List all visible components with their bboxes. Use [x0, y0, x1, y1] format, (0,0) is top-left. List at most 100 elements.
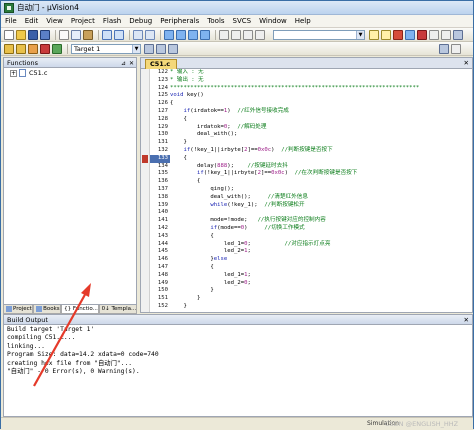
menu-file[interactable]: File — [1, 15, 21, 28]
save-all-icon[interactable] — [40, 29, 50, 40]
close-icon[interactable]: ✕ — [464, 315, 469, 325]
comment-icon[interactable] — [243, 29, 253, 40]
indent-icon[interactable] — [219, 29, 229, 40]
code-line[interactable]: led_2=0; — [170, 280, 472, 288]
code-line[interactable]: qing(); — [170, 186, 472, 194]
menu-edit[interactable]: Edit — [21, 15, 43, 28]
new-file-icon[interactable] — [4, 29, 14, 40]
clear-bookmarks-icon[interactable] — [200, 29, 210, 40]
uncomment-icon[interactable] — [255, 29, 265, 40]
paste-icon[interactable] — [83, 29, 93, 40]
code-line[interactable]: { — [170, 264, 472, 272]
code-editor[interactable]: C51.c ✕ 122 123 124 125 126 127 128 129 130 131 13… — [140, 57, 473, 313]
code-line[interactable] — [170, 209, 472, 217]
kill-breakpoints-icon[interactable] — [417, 30, 427, 40]
window-layout-icon[interactable] — [441, 30, 451, 40]
code-line[interactable]: * 输入 : 无 — [170, 69, 472, 77]
layout-dropdown-icon[interactable] — [451, 44, 461, 54]
pin-icon[interactable]: ⊿ — [121, 59, 126, 69]
rebuild-icon[interactable] — [28, 43, 38, 54]
code-line[interactable]: { — [170, 178, 472, 186]
code-line[interactable]: deal_with(); //清楚红外信息 — [170, 194, 472, 202]
menu-debug[interactable]: Debug — [125, 15, 156, 28]
expand-icon[interactable]: + — [10, 69, 17, 77]
menu-peripherals[interactable]: Peripherals — [156, 15, 203, 28]
cut-icon[interactable] — [59, 29, 69, 40]
navigate-forward-icon[interactable] — [145, 29, 155, 40]
code-line[interactable]: deal_with(); — [170, 131, 472, 139]
find-in-files-combo[interactable]: ▼ — [273, 30, 365, 40]
tab-templates[interactable]: 0↓ Templa... — [98, 305, 137, 314]
code-line[interactable]: mode=!mode; //执行按键对应的控制内容 — [170, 217, 472, 225]
code-line[interactable]: led_1=1; — [170, 272, 472, 280]
code-line[interactable]: { — [170, 116, 472, 124]
select-packs-icon[interactable] — [168, 43, 178, 54]
tab-functions[interactable]: {} Functio... — [61, 305, 99, 314]
menu-tools[interactable]: Tools — [203, 15, 228, 28]
find-icon[interactable] — [369, 30, 379, 40]
unindent-icon[interactable] — [231, 29, 241, 40]
manage-components-icon[interactable] — [156, 43, 166, 54]
bookmark-icon[interactable] — [164, 29, 174, 40]
build-output-text[interactable]: Build target 'Target 1' compiling C51.c.… — [4, 325, 472, 377]
breakpoint-gutter[interactable] — [141, 69, 150, 312]
code-line[interactable]: if(!key_1||irbyte[2]==0x0c) //判断按键是否按下 — [170, 147, 472, 155]
code-line[interactable]: } — [170, 295, 472, 303]
navigate-back-icon[interactable] — [133, 29, 143, 40]
line-number: 151 — [157, 295, 168, 302]
code-line[interactable]: } — [170, 139, 472, 147]
menu-svcs[interactable]: SVCS — [229, 15, 256, 28]
undo-icon[interactable] — [102, 29, 112, 40]
menu-flash[interactable]: Flash — [99, 15, 125, 28]
target-options-icon[interactable] — [144, 43, 154, 54]
menu-window[interactable]: Window — [255, 15, 291, 28]
code-line[interactable]: } — [170, 287, 472, 295]
save-icon[interactable] — [28, 29, 38, 40]
menu-help[interactable]: Help — [291, 15, 315, 28]
code-line[interactable]: { — [170, 155, 472, 163]
code-line[interactable]: led_1=0; //对应指示灯点亮 — [170, 241, 472, 249]
insert-breakpoint-icon[interactable] — [405, 30, 415, 40]
code-line[interactable]: void key() — [170, 92, 472, 100]
tab-books[interactable]: Books — [33, 305, 62, 314]
chevron-down-icon[interactable]: ▼ — [132, 44, 140, 53]
menu-project[interactable]: Project — [67, 15, 99, 28]
code-line[interactable]: if(!key_1||irbyte[2]==0x0c) //在次判断按键是否按下 — [170, 170, 472, 178]
stop-build-icon[interactable] — [40, 43, 50, 54]
code-line[interactable]: { — [170, 100, 472, 108]
code-line[interactable]: { — [170, 233, 472, 241]
code-line[interactable]: }else — [170, 256, 472, 264]
target-select[interactable]: Target 1 ▼ — [71, 43, 141, 54]
code-line[interactable]: } — [170, 303, 472, 311]
code-line[interactable]: led_2=1; — [170, 248, 472, 256]
code-line[interactable]: if(irdatok==1) //红外信号接收完成 — [170, 108, 472, 116]
breakpoint-marker[interactable] — [142, 154, 148, 163]
copy-icon[interactable] — [71, 29, 81, 40]
code-line[interactable]: irdatok=0; //解码处理 — [170, 124, 472, 132]
translate-icon[interactable] — [4, 43, 14, 54]
redo-icon[interactable] — [114, 29, 124, 40]
close-icon[interactable]: ✕ — [464, 59, 469, 67]
editor-tab-c51[interactable]: C51.c — [145, 59, 178, 69]
build-icon[interactable] — [16, 43, 26, 54]
code-area[interactable]: * 输入 : 无 * 输出 : 无 ************************… — [170, 69, 472, 312]
find-in-files-icon[interactable] — [381, 30, 391, 40]
next-bookmark-icon[interactable] — [188, 29, 198, 40]
tree-item-file[interactable]: + C51.c — [4, 68, 136, 78]
open-folder-icon[interactable] — [16, 29, 26, 40]
code-line[interactable]: while(!key_1); //判断按键松开 — [170, 202, 472, 210]
chevron-down-icon[interactable]: ▼ — [356, 31, 364, 39]
enable-breakpoint-icon[interactable] — [429, 30, 439, 40]
prev-bookmark-icon[interactable] — [176, 29, 186, 40]
start-debug-icon[interactable] — [393, 30, 403, 40]
configure-icon[interactable] — [453, 30, 463, 40]
download-icon[interactable] — [52, 43, 62, 54]
tab-label: Project — [13, 305, 32, 312]
menu-view[interactable]: View — [42, 15, 67, 28]
tab-project[interactable]: Project — [3, 305, 34, 314]
close-icon[interactable]: ✕ — [129, 59, 134, 69]
code-line[interactable]: * 输出 : 无 — [170, 77, 472, 85]
code-line[interactable]: ****************************************… — [170, 85, 472, 93]
layout-icon[interactable] — [439, 44, 449, 54]
code-line[interactable]: if(mode==0) //切换工作模式 — [170, 225, 472, 233]
